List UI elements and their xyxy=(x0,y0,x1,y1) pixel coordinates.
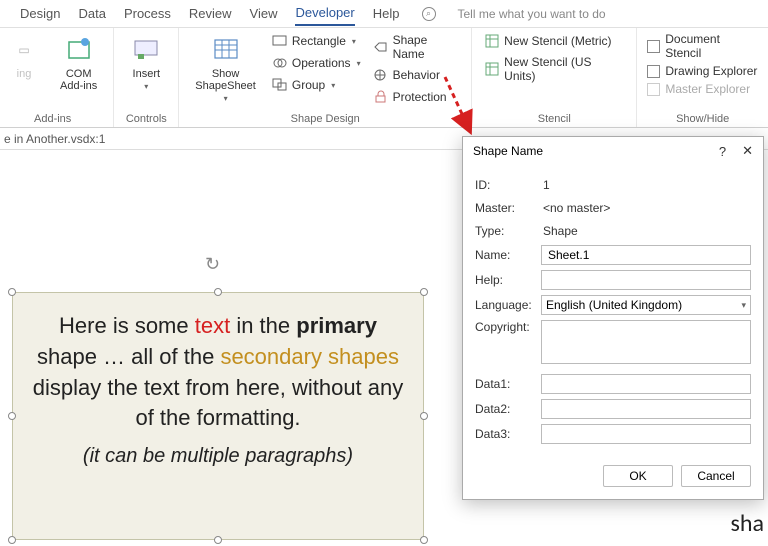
selection-handle[interactable] xyxy=(420,536,428,544)
com-addins-button[interactable]: COM Add-ins xyxy=(54,32,103,94)
chevron-down-icon: ▾ xyxy=(144,82,148,91)
background-text-fragment: sha xyxy=(731,509,765,538)
group-stencil-label: Stencil xyxy=(538,113,571,125)
selection-handle[interactable] xyxy=(214,536,222,544)
search-icon[interactable]: ⌕ xyxy=(422,7,436,21)
shape-text: Here is some text in the primary shape …… xyxy=(13,293,423,488)
ribbon: ▭ing COM Add-ins Add-ins Insert ▾ Contro… xyxy=(0,28,768,128)
rotate-handle-icon[interactable]: ↻ xyxy=(205,254,220,275)
data2-input[interactable] xyxy=(541,399,751,419)
new-stencil-metric-button[interactable]: New Stencil (Metric) xyxy=(482,32,626,50)
master-value: <no master> xyxy=(541,199,751,217)
selection-handle[interactable] xyxy=(420,412,428,420)
chevron-down-icon: ▾ xyxy=(352,37,356,46)
ok-button[interactable]: OK xyxy=(603,465,673,487)
rectangle-button[interactable]: Rectangle▾ xyxy=(270,32,363,50)
data1-label: Data1: xyxy=(475,377,541,391)
dialog-titlebar[interactable]: Shape Name ? ✕ xyxy=(463,137,763,165)
primary-shape[interactable]: Here is some text in the primary shape …… xyxy=(12,292,424,540)
insert-button[interactable]: Insert ▾ xyxy=(124,32,168,93)
cancel-button[interactable]: Cancel xyxy=(681,465,751,487)
id-value: 1 xyxy=(541,176,751,194)
close-icon[interactable]: ✕ xyxy=(742,143,753,159)
group-controls-label: Controls xyxy=(126,113,167,125)
group-showhide-label: Show/Hide xyxy=(676,113,729,125)
protection-button[interactable]: Protection xyxy=(371,88,462,106)
copyright-label: Copyright: xyxy=(475,320,541,334)
shape-name-dialog: Shape Name ? ✕ ID:1 Master:<no master> T… xyxy=(462,136,764,500)
drawing-canvas[interactable]: ↻ Here is some text in the primary shape… xyxy=(0,152,440,542)
tell-me-text[interactable]: Tell me what you want to do xyxy=(458,7,606,21)
tab-developer[interactable]: Developer xyxy=(295,1,354,26)
chevron-down-icon: ▾ xyxy=(331,81,335,90)
chevron-down-icon: ▾ xyxy=(741,300,746,311)
data3-label: Data3: xyxy=(475,427,541,441)
chevron-down-icon: ▾ xyxy=(357,59,361,68)
dialog-title: Shape Name xyxy=(473,144,543,158)
name-input[interactable] xyxy=(541,245,751,265)
language-select[interactable]: English (United Kingdom)▾ xyxy=(541,295,751,315)
group-shapedesign-label: Shape Design xyxy=(291,113,360,125)
tab-process[interactable]: Process xyxy=(124,2,171,25)
data1-input[interactable] xyxy=(541,374,751,394)
language-label: Language: xyxy=(475,298,541,312)
chevron-down-icon: ▾ xyxy=(224,94,228,103)
selection-handle[interactable] xyxy=(420,288,428,296)
group-addins: ▭ing COM Add-ins Add-ins xyxy=(0,28,114,127)
copyright-input[interactable] xyxy=(541,320,751,364)
help-input[interactable] xyxy=(541,270,751,290)
shape-name-button[interactable]: Shape Name xyxy=(371,32,462,62)
id-label: ID: xyxy=(475,178,541,192)
group-controls: Insert ▾ Controls xyxy=(114,28,179,127)
tab-review[interactable]: Review xyxy=(189,2,232,25)
type-label: Type: xyxy=(475,224,541,238)
new-stencil-us-button[interactable]: New Stencil (US Units) xyxy=(482,54,626,84)
dialog-help-icon[interactable]: ? xyxy=(719,144,726,159)
type-value: Shape xyxy=(541,222,751,240)
selection-handle[interactable] xyxy=(8,536,16,544)
tab-data[interactable]: Data xyxy=(78,2,105,25)
show-shapesheet-button[interactable]: Show ShapeSheet ▾ xyxy=(189,32,262,105)
master-label: Master: xyxy=(475,201,541,215)
group-button[interactable]: Group▾ xyxy=(270,76,363,94)
group-addins-label: Add-ins xyxy=(34,113,71,125)
selection-handle[interactable] xyxy=(8,288,16,296)
tab-view[interactable]: View xyxy=(250,2,278,25)
tab-help[interactable]: Help xyxy=(373,2,400,25)
master-explorer-checkbox: Master Explorer xyxy=(647,82,758,96)
group-stencil: New Stencil (Metric) New Stencil (US Uni… xyxy=(472,28,637,127)
blank-button[interactable]: ▭ing xyxy=(2,32,46,82)
selection-handle[interactable] xyxy=(8,412,16,420)
help-label: Help: xyxy=(475,273,541,287)
name-label: Name: xyxy=(475,248,541,262)
behavior-button[interactable]: Behavior xyxy=(371,66,462,84)
document-stencil-checkbox[interactable]: Document Stencil xyxy=(647,32,758,60)
data3-input[interactable] xyxy=(541,424,751,444)
selection-handle[interactable] xyxy=(214,288,222,296)
drawing-explorer-checkbox[interactable]: Drawing Explorer xyxy=(647,64,758,78)
group-shape-design: Show ShapeSheet ▾ Rectangle▾ Operations▾… xyxy=(179,28,472,127)
operations-button[interactable]: Operations▾ xyxy=(270,54,363,72)
group-showhide: Document Stencil Drawing Explorer Master… xyxy=(637,28,768,127)
data2-label: Data2: xyxy=(475,402,541,416)
menu-tabs: Design Data Process Review View Develope… xyxy=(0,0,768,28)
tab-design[interactable]: Design xyxy=(20,2,60,25)
